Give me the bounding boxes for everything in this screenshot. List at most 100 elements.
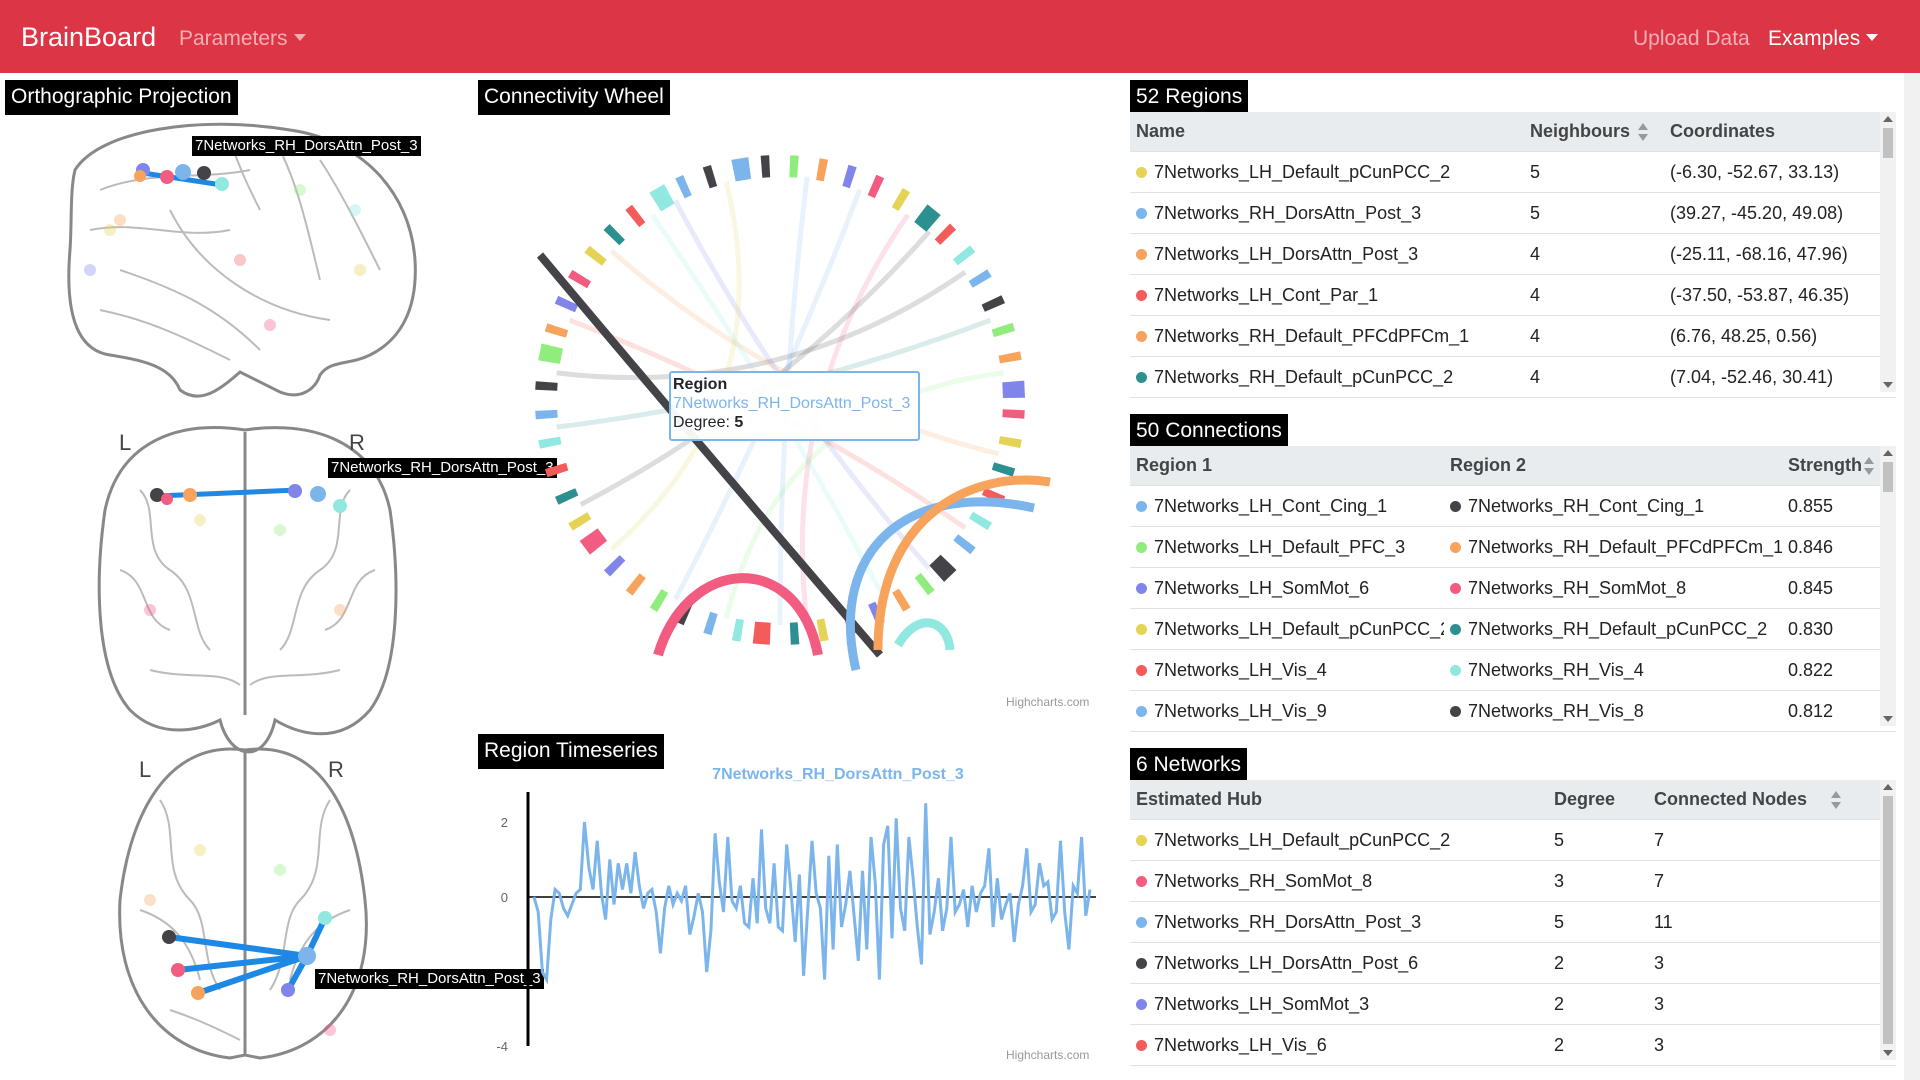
wheel-node[interactable] — [603, 555, 626, 577]
wheel-node[interactable] — [752, 621, 771, 645]
networks-scrollbar[interactable] — [1880, 780, 1896, 1060]
table-row[interactable]: 7Networks_LH_Vis_6 2 3 — [1130, 1024, 1896, 1066]
wheel-node[interactable] — [544, 323, 569, 338]
sort-icon[interactable] — [1831, 791, 1842, 810]
timeseries-credits[interactable]: Highcharts.com — [1006, 1048, 1089, 1062]
wheel-node[interactable] — [731, 157, 752, 182]
table-row[interactable]: 7Networks_RH_DorsAttn_Post_3 5 11 — [1130, 901, 1896, 943]
table-row[interactable]: 7Networks_LH_Default_pCunPCC_2 7Networks_… — [1130, 608, 1896, 650]
hub-name[interactable]: 7Networks_RH_DorsAttn_Post_3 — [1130, 901, 1548, 943]
connections-scrollbar[interactable] — [1880, 446, 1896, 726]
table-row[interactable]: 7Networks_RH_SomMot_8 3 7 — [1130, 860, 1896, 902]
timeseries-chart[interactable]: 7Networks_RH_DorsAttn_Post_3 2 0 -4 — [478, 760, 1098, 1060]
upload-data-link[interactable]: Upload Data — [1633, 27, 1750, 51]
region1-name[interactable]: 7Networks_LH_Vis_9 — [1130, 690, 1444, 732]
scroll-down-icon[interactable] — [1883, 716, 1893, 722]
region1-name[interactable]: 7Networks_LH_Cont_Cing_1 — [1130, 485, 1444, 527]
region2-name[interactable]: 7Networks_RH_Default_PFCdPFCm_1 — [1444, 526, 1782, 568]
region1-name[interactable]: 7Networks_LH_Default_pCunPCC_2 — [1130, 608, 1444, 650]
table-row[interactable]: 7Networks_LH_Cont_Par_1 4 (-37.50, -53.87,… — [1130, 274, 1896, 316]
wheel-node[interactable] — [998, 436, 1022, 449]
wheel-node[interactable] — [554, 488, 579, 505]
region-name[interactable]: 7Networks_LH_Default_pCunPCC_2 — [1130, 151, 1524, 193]
wheel-node[interactable] — [892, 588, 911, 612]
wheel-node[interactable] — [538, 343, 563, 364]
wheel-node[interactable] — [953, 534, 976, 555]
wheel-node[interactable] — [1002, 409, 1025, 419]
sort-icon[interactable] — [1638, 123, 1649, 142]
wheel-node[interactable] — [891, 187, 911, 212]
wheel-node[interactable] — [584, 245, 607, 266]
wheel-node[interactable] — [842, 164, 857, 189]
wheel-node[interactable] — [702, 164, 718, 189]
table-row[interactable]: 7Networks_RH_DorsAttn_Post_3 5 (39.27, -45… — [1130, 192, 1896, 234]
wheel-node[interactable] — [544, 462, 569, 478]
wheel-node[interactable] — [760, 155, 771, 178]
wheel-node[interactable] — [952, 245, 976, 266]
region-name[interactable]: 7Networks_RH_Default_pCunPCC_2 — [1130, 356, 1524, 398]
wheel-node[interactable] — [789, 622, 800, 645]
regions-scrollbar[interactable] — [1880, 112, 1896, 392]
table-row[interactable]: 7Networks_LH_DorsAttn_Post_6 2 3 — [1130, 942, 1896, 984]
wheel-node[interactable] — [535, 381, 558, 391]
scroll-thumb[interactable] — [1883, 796, 1893, 1044]
wheel-connection[interactable] — [894, 618, 955, 651]
wheel-node[interactable] — [535, 409, 558, 420]
wheel-node[interactable] — [968, 511, 993, 531]
col-name[interactable]: Name — [1130, 112, 1524, 152]
wheel-node[interactable] — [1002, 380, 1025, 398]
brand-logo[interactable]: BrainBoard — [21, 22, 156, 53]
series-line[interactable] — [532, 803, 1092, 985]
wheel-node[interactable] — [579, 528, 608, 555]
sort-icon[interactable] — [1864, 457, 1874, 476]
col-region1[interactable]: Region 1 — [1130, 446, 1444, 486]
region1-name[interactable]: 7Networks_LH_SomMot_6 — [1130, 567, 1444, 609]
region2-name[interactable]: 7Networks_RH_Vis_4 — [1444, 649, 1782, 691]
window-scrollbar[interactable] — [1904, 73, 1920, 1080]
wheel-node[interactable] — [968, 269, 992, 288]
table-row[interactable]: 7Networks_LH_DorsAttn_Post_3 4 (-25.11, -6… — [1130, 233, 1896, 275]
scroll-up-icon[interactable] — [1883, 116, 1893, 122]
col-neighbours[interactable]: Neighbours — [1524, 112, 1664, 152]
col-connected-nodes[interactable]: Connected Nodes — [1648, 780, 1896, 820]
col-coordinates[interactable]: Coordinates — [1664, 112, 1896, 152]
wheel-node[interactable] — [929, 554, 957, 582]
wheel-node[interactable] — [914, 572, 935, 596]
region-name[interactable]: 7Networks_RH_DorsAttn_Post_3 — [1130, 192, 1524, 234]
wheel-node[interactable] — [625, 573, 646, 596]
region2-name[interactable]: 7Networks_RH_Default_pCunPCC_2 — [1444, 608, 1782, 650]
wheel-node[interactable] — [649, 588, 669, 613]
table-row[interactable]: 7Networks_LH_SomMot_6 7Networks_RH_SomMot… — [1130, 567, 1896, 609]
table-row[interactable]: 7Networks_LH_Default_PFC_3 7Networks_RH_D… — [1130, 526, 1896, 568]
wheel-node[interactable] — [538, 436, 562, 449]
region1-name[interactable]: 7Networks_LH_Vis_4 — [1130, 649, 1444, 691]
hub-name[interactable]: 7Networks_LH_SomMot_3 — [1130, 983, 1548, 1025]
table-row[interactable]: 7Networks_LH_Vis_4 7Networks_RH_Vis_4 0.82… — [1130, 649, 1896, 691]
scroll-up-icon[interactable] — [1883, 450, 1893, 456]
scroll-down-icon[interactable] — [1883, 1050, 1893, 1056]
hub-name[interactable]: 7Networks_LH_Default_pCunPCC_2 — [1130, 819, 1548, 861]
wheel-node[interactable] — [991, 462, 1016, 477]
col-region2[interactable]: Region 2 — [1444, 446, 1782, 486]
hub-name[interactable]: 7Networks_LH_DorsAttn_Post_6 — [1130, 942, 1548, 984]
table-row[interactable]: 7Networks_RH_Default_pCunPCC_2 4 (7.04, -5… — [1130, 356, 1896, 398]
wheel-node[interactable] — [981, 295, 1006, 312]
wheel-node[interactable] — [914, 204, 941, 232]
wheel-node[interactable] — [934, 223, 957, 245]
wheel-node[interactable] — [789, 155, 799, 178]
table-row[interactable]: 7Networks_RH_Default_PFCdPFCm_1 4 (6.76, 4… — [1130, 315, 1896, 357]
wheel-node[interactable] — [568, 512, 592, 531]
table-row[interactable]: 7Networks_LH_Default_pCunPCC_2 5 7 — [1130, 819, 1896, 861]
region-name[interactable]: 7Networks_LH_Cont_Par_1 — [1130, 274, 1524, 316]
wheel-credits[interactable]: Highcharts.com — [1006, 695, 1089, 709]
col-degree[interactable]: Degree — [1548, 780, 1648, 820]
table-row[interactable]: 7Networks_LH_Vis_9 7Networks_RH_Vis_8 0.81… — [1130, 690, 1896, 732]
hub-name[interactable]: 7Networks_RH_SomMot_8 — [1130, 860, 1548, 902]
col-strength[interactable]: Strength — [1782, 446, 1896, 486]
table-row[interactable]: 7Networks_LH_Default_pCunPCC_2 5 (-6.30, -… — [1130, 151, 1896, 193]
scroll-down-icon[interactable] — [1883, 382, 1893, 388]
wheel-node[interactable] — [816, 158, 829, 182]
parameters-menu[interactable]: Parameters — [179, 27, 306, 51]
scroll-up-icon[interactable] — [1883, 784, 1893, 790]
wheel-node[interactable] — [731, 618, 744, 642]
